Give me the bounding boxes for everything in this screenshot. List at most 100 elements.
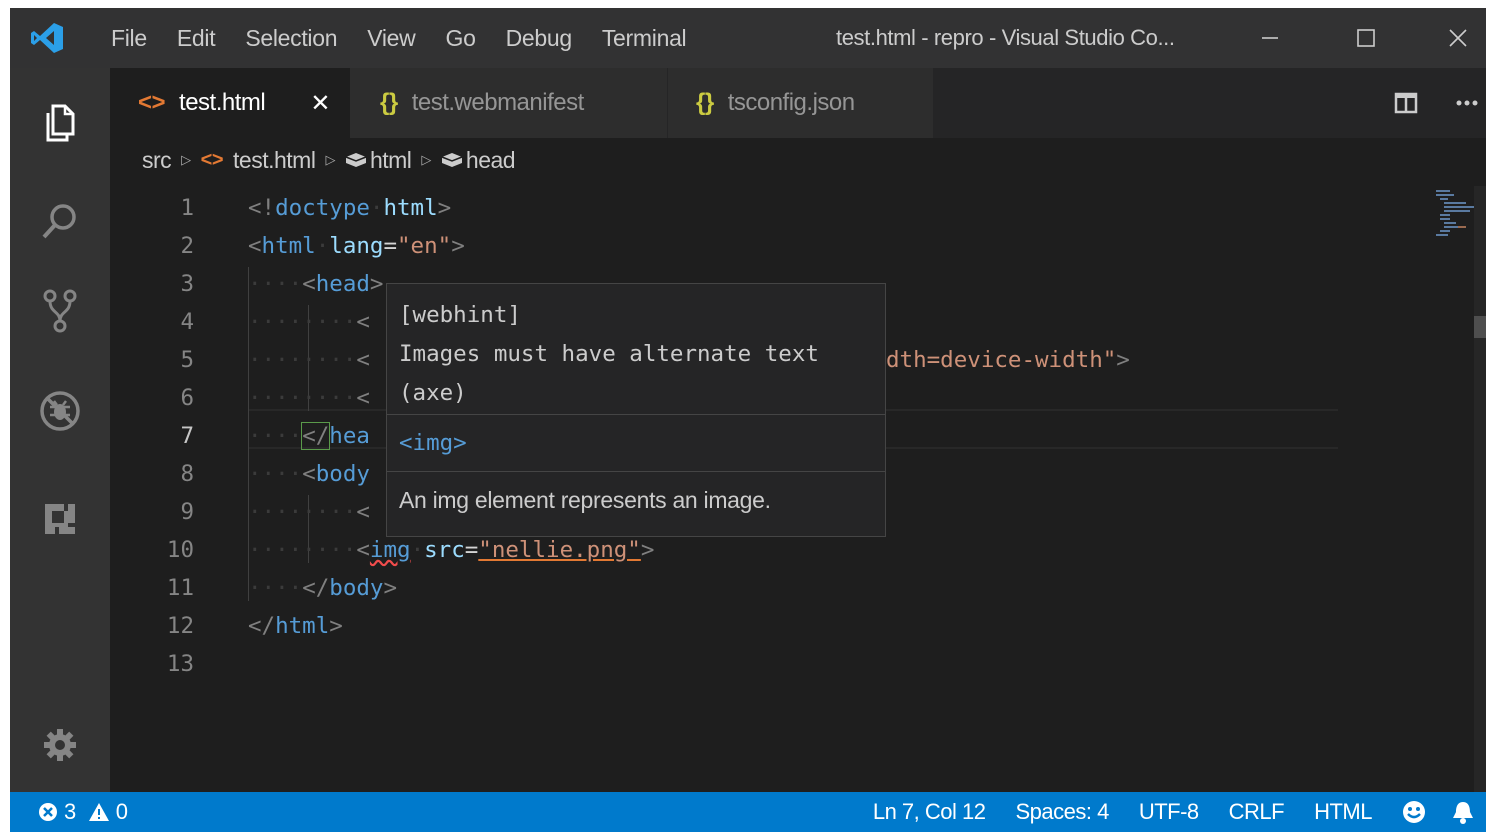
minimize-button[interactable] [1240,8,1300,68]
close-tab-icon[interactable]: ✕ [310,89,330,118]
indentation[interactable]: Spaces: 4 [1015,799,1109,825]
line-number: 5 [180,347,194,373]
gear-icon [44,729,76,761]
debug-no-bug-icon [40,391,80,431]
title-bar: File Edit Selection View Go Debug Termin… [10,8,1486,68]
hover-divider [387,471,885,472]
minimize-icon [1262,37,1278,39]
search-icon [42,204,76,239]
encoding[interactable]: UTF-8 [1139,799,1199,825]
line-number: 3 [180,271,194,297]
code-line: ····</body> [248,575,398,601]
activity-bar [10,68,110,792]
html-file-icon: <> [200,148,224,171]
symbol-element-icon [441,153,463,167]
warning-icon [88,803,109,821]
code-line: ····</hea [248,422,370,450]
hover-tooltip: [webhint] Images must have alternate tex… [386,283,886,537]
menu-terminal[interactable]: Terminal [587,25,702,52]
chevron-right-icon: ▷ [181,152,191,167]
source-control-button[interactable] [35,286,85,336]
breadcrumb: src ▷ <> test.html ▷ html ▷ head [142,144,516,176]
chevron-right-icon: ▷ [325,152,335,167]
code-line-tail: dth=device-width"> [886,347,1130,373]
scrollbar-thumb[interactable] [1474,316,1486,338]
tab-label: tsconfig.json [727,89,855,116]
line-number: 8 [180,461,194,487]
tab-test-html[interactable]: <> test.html ✕ [110,68,350,138]
menu-go[interactable]: Go [430,25,490,52]
breadcrumb-file[interactable]: test.html [233,147,316,174]
code-line: ········< [248,309,370,335]
close-icon [1449,29,1467,47]
hover-message-line: (axe) [399,380,467,406]
more-actions-icon[interactable] [1456,99,1478,107]
settings-button[interactable] [35,720,85,770]
hover-message-line: Images must have alternate text [399,341,819,367]
breadcrumb-element-head[interactable]: head [466,147,516,174]
line-number: 12 [166,613,194,639]
menu-selection[interactable]: Selection [230,25,352,52]
maximize-icon [1357,29,1375,47]
maximize-button[interactable] [1336,8,1396,68]
split-editor-icon[interactable] [1394,92,1418,114]
code-line: <!doctype·html> [248,195,452,221]
json-file-icon: {} [696,89,714,116]
feedback-smiley-icon[interactable] [1402,800,1426,824]
hover-divider [387,414,885,415]
line-ending[interactable]: CRLF [1229,799,1285,825]
code-line: <html·lang="en"> [248,233,465,259]
hover-description: An img element represents an image. [399,487,771,513]
vscode-window: File Edit Selection View Go Debug Termin… [10,8,1486,832]
search-button[interactable] [35,196,85,246]
chevron-right-icon: ▷ [421,152,431,167]
hover-message: [webhint] Images must have alternate tex… [399,296,819,413]
html-file-icon: <> [138,89,166,116]
hover-source: [webhint] [399,302,521,328]
menu-debug[interactable]: Debug [491,25,587,52]
editor-actions [1394,68,1486,138]
status-bar-right: Ln 7, Col 12 Spaces: 4 UTF-8 CRLF HTML [873,792,1486,832]
breadcrumb-element-html[interactable]: html [370,147,412,174]
code-line: ········< [248,499,370,525]
tab-label: test.html [179,89,266,116]
menu-view[interactable]: View [352,25,430,52]
code-line: ····<head> [248,271,384,297]
files-icon [46,104,75,142]
status-bar: 3 0 Ln 7, Col 12 Spaces: 4 UTF-8 CRLF HT… [10,792,1486,832]
hover-element-tag: <img> [399,430,467,456]
line-number-current: 7 [180,423,194,449]
window-title: test.html - repro - Visual Studio Co... [836,25,1175,50]
line-number: 2 [180,233,194,259]
vscode-logo-icon [31,23,63,53]
symbol-element-icon [345,153,367,167]
tab-test-webmanifest[interactable]: {} test.webmanifest [350,68,667,138]
problems-indicator[interactable]: 3 0 [38,792,128,832]
close-window-button[interactable] [1428,8,1486,68]
code-line: ····<body [248,461,370,487]
breadcrumb-folder[interactable]: src [142,147,172,174]
line-number: 11 [166,575,194,601]
line-number: 10 [166,537,194,563]
tab-tsconfig-json[interactable]: {} tsconfig.json [668,68,933,138]
line-number: 4 [180,309,194,335]
warning-count: 0 [115,799,128,824]
explorer-button[interactable] [35,98,85,148]
extensions-icon [45,504,75,534]
json-file-icon: {} [380,89,398,116]
menu-file[interactable]: File [96,25,162,52]
menu-edit[interactable]: Edit [162,25,230,52]
source-control-icon [43,289,77,333]
editor-tabs: <> test.html ✕ {} test.webmanifest {} ts… [110,68,1486,138]
line-number: 9 [180,499,194,525]
cursor-position[interactable]: Ln 7, Col 12 [873,799,986,825]
line-number: 1 [180,195,194,221]
vertical-scrollbar[interactable] [1474,186,1486,792]
line-number: 6 [180,385,194,411]
notifications-bell-icon[interactable] [1452,800,1474,824]
debug-button[interactable] [35,386,85,436]
language-mode[interactable]: HTML [1314,799,1372,825]
extensions-button[interactable] [35,494,85,544]
code-line: ········< [248,347,370,373]
code-line: </html> [248,613,343,639]
